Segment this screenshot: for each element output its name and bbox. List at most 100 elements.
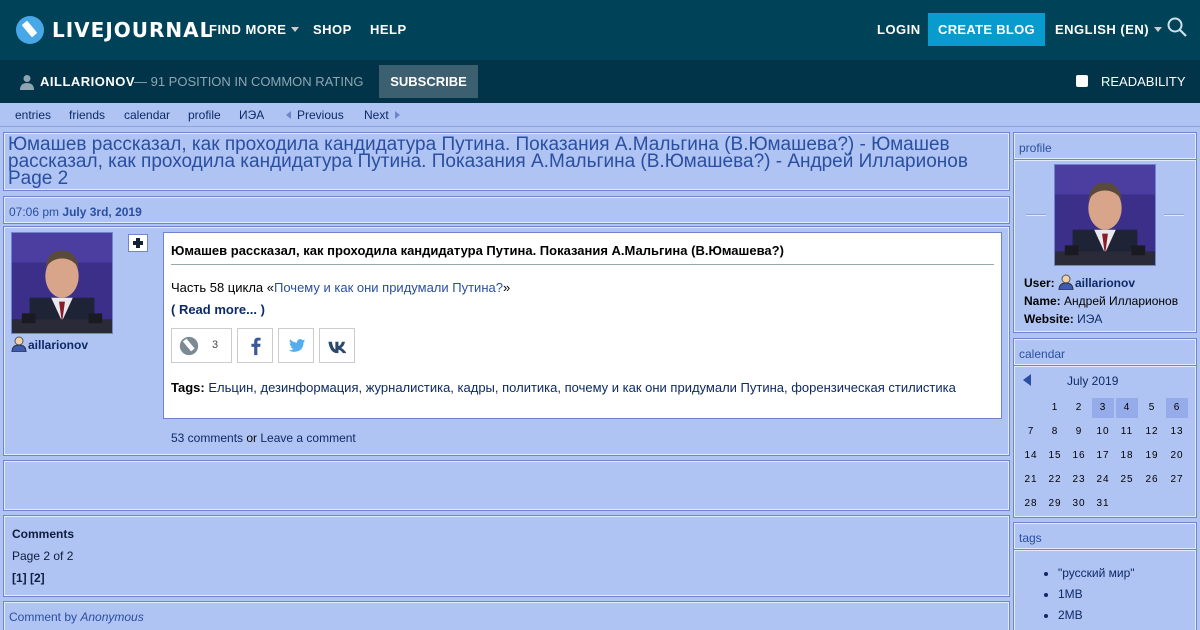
calendar-day[interactable]: 6	[1166, 398, 1188, 418]
profile-user-row: User:	[1024, 276, 1055, 290]
author-avatar[interactable]	[11, 232, 113, 334]
tag-item[interactable]: 1MB	[1058, 587, 1135, 601]
page-title: Юмашев рассказал, как проходила кандидат…	[8, 134, 968, 189]
friends-link[interactable]: friends	[69, 108, 105, 122]
user-icon	[20, 75, 34, 90]
livejournal-pencil-icon	[179, 336, 199, 356]
entries-link[interactable]: entries	[15, 108, 51, 122]
calendar-day: 5	[1148, 402, 1156, 413]
journal-rating: — 91 POSITION IN COMMON RATING	[134, 74, 364, 89]
calendar-day: 19	[1145, 450, 1159, 461]
leave-comment-link[interactable]: Leave a comment	[260, 431, 355, 445]
profile-website-row: Website: ИЭА	[1024, 312, 1102, 326]
calendar-day: 11	[1120, 426, 1134, 437]
search-icon[interactable]	[1167, 17, 1187, 37]
create-blog-button[interactable]: CREATE BLOG	[928, 13, 1045, 46]
calendar-heading[interactable]: calendar	[1019, 347, 1065, 361]
comments-pagination[interactable]: [1] [2]	[12, 571, 45, 585]
plus-icon	[133, 238, 143, 248]
calendar-box: July 2019 1 2 3 4 5 6 7 8 9 10 11 12 13 14 15 16 17 18 19 2…	[1013, 365, 1197, 518]
comments-count-link[interactable]: 53 comments	[171, 431, 243, 445]
previous-link[interactable]: Previous	[286, 108, 344, 122]
chevron-down-icon	[1154, 27, 1163, 32]
journal-links-bar: entries friends calendar profile ИЭА Pre…	[0, 103, 1200, 127]
language-selector[interactable]: ENGLISH (EN)	[1055, 22, 1163, 37]
calendar-day: 22	[1048, 474, 1062, 485]
journal-username[interactable]: AILLARIONOV	[40, 74, 135, 89]
vk-share-button[interactable]	[319, 328, 355, 363]
comments-heading: Comments	[12, 527, 75, 541]
calendar-day: 27	[1170, 474, 1184, 485]
language-label: ENGLISH (EN)	[1055, 22, 1150, 37]
tags-links[interactable]: Ельцин, дезинформация, журналистика, кад…	[208, 380, 956, 395]
profile-website-label: Website:	[1024, 312, 1074, 326]
calendar-day: 17	[1096, 450, 1110, 461]
share-count: 3	[212, 339, 219, 351]
facebook-share-button[interactable]	[237, 328, 273, 363]
calendar-day: 13	[1170, 426, 1184, 437]
tags-header-box: tags	[1013, 522, 1197, 550]
find-more-menu[interactable]: FIND MORE	[209, 22, 300, 37]
calendar-day: 24	[1096, 474, 1110, 485]
shop-link[interactable]: SHOP	[313, 22, 352, 37]
tag-item[interactable]: "русский мир"	[1058, 566, 1135, 580]
profile-link[interactable]: profile	[188, 108, 221, 122]
divider	[1164, 214, 1184, 216]
comments-page-indicator: Page 2 of 2	[12, 549, 74, 563]
calendar-day: 29	[1048, 498, 1062, 509]
calendar-day: 21	[1024, 474, 1038, 485]
profile-website-link[interactable]: ИЭА	[1077, 312, 1102, 326]
comments-box: Comments Page 2 of 2 [1] [2]	[3, 515, 1010, 597]
calendar-day: 25	[1120, 474, 1134, 485]
calendar-prev-icon[interactable]	[1023, 374, 1031, 386]
vk-icon	[328, 341, 347, 354]
readability-checkbox[interactable]	[1076, 75, 1088, 87]
profile-heading[interactable]: profile	[1019, 141, 1052, 155]
add-to-memories-button[interactable]	[128, 234, 148, 252]
tags-label: Tags:	[171, 380, 205, 395]
series-link[interactable]: Почему и как они придумали Путина?	[274, 280, 503, 295]
author-username[interactable]: aillarionov	[28, 338, 88, 352]
profile-userpic[interactable]	[1054, 164, 1156, 266]
iea-link[interactable]: ИЭА	[239, 108, 264, 122]
livejournal-share-button[interactable]: 3	[171, 328, 232, 363]
tags-list: "русский мир" 1MB 2MB	[1058, 566, 1135, 629]
profile-user-value[interactable]: aillarionov	[1075, 276, 1135, 290]
readability-label[interactable]: READABILITY	[1101, 74, 1186, 89]
calendar-day: 1	[1051, 402, 1059, 413]
find-more-label: FIND MORE	[209, 22, 287, 37]
comment-by-label: Comment by	[9, 610, 81, 624]
login-link[interactable]: LOGIN	[877, 22, 921, 37]
tags-heading: tags	[1019, 531, 1042, 545]
tag-item[interactable]: 2MB	[1058, 608, 1135, 622]
spacer-box	[3, 460, 1010, 511]
subscribe-button[interactable]: SUBSCRIBE	[379, 65, 478, 98]
entry-date-link[interactable]: July 3rd, 2019	[62, 205, 141, 219]
comment-author-line: Comment by Anonymous	[9, 610, 144, 624]
next-link[interactable]: Next	[364, 108, 400, 122]
calendar-day: 28	[1024, 498, 1038, 509]
read-more-link[interactable]: ( Read more... )	[171, 302, 265, 317]
user-icon	[11, 336, 27, 352]
comment-author: Anonymous	[80, 610, 144, 624]
livejournal-pencil-icon	[16, 16, 44, 44]
calendar-day[interactable]: 4	[1116, 398, 1138, 418]
profile-name-row: Name: Андрей Илларионов	[1024, 294, 1178, 308]
help-link[interactable]: HELP	[370, 22, 407, 37]
twitter-share-button[interactable]	[278, 328, 314, 363]
profile-user-label: User:	[1024, 276, 1055, 290]
calendar-link[interactable]: calendar	[124, 108, 170, 122]
next-label: Next	[364, 108, 389, 122]
calendar-day[interactable]: 3	[1092, 398, 1114, 418]
facebook-icon	[251, 337, 261, 356]
calendar-day: 12	[1145, 426, 1159, 437]
entry-content: Юмашев рассказал, как проходила кандидат…	[163, 232, 1002, 419]
calendar-month: July 2019	[1067, 374, 1119, 388]
calendar-day: 18	[1120, 450, 1134, 461]
journal-subbar: AILLARIONOV — 91 POSITION IN COMMON RATI…	[0, 60, 1200, 103]
calendar-day: 20	[1170, 450, 1184, 461]
livejournal-logo[interactable]: LIVEJOURNAL	[16, 15, 213, 45]
profile-header-box: profile	[1013, 132, 1197, 160]
page-title-box: Юмашев рассказал, как проходила кандидат…	[3, 132, 1010, 191]
calendar-day: 9	[1075, 426, 1083, 437]
